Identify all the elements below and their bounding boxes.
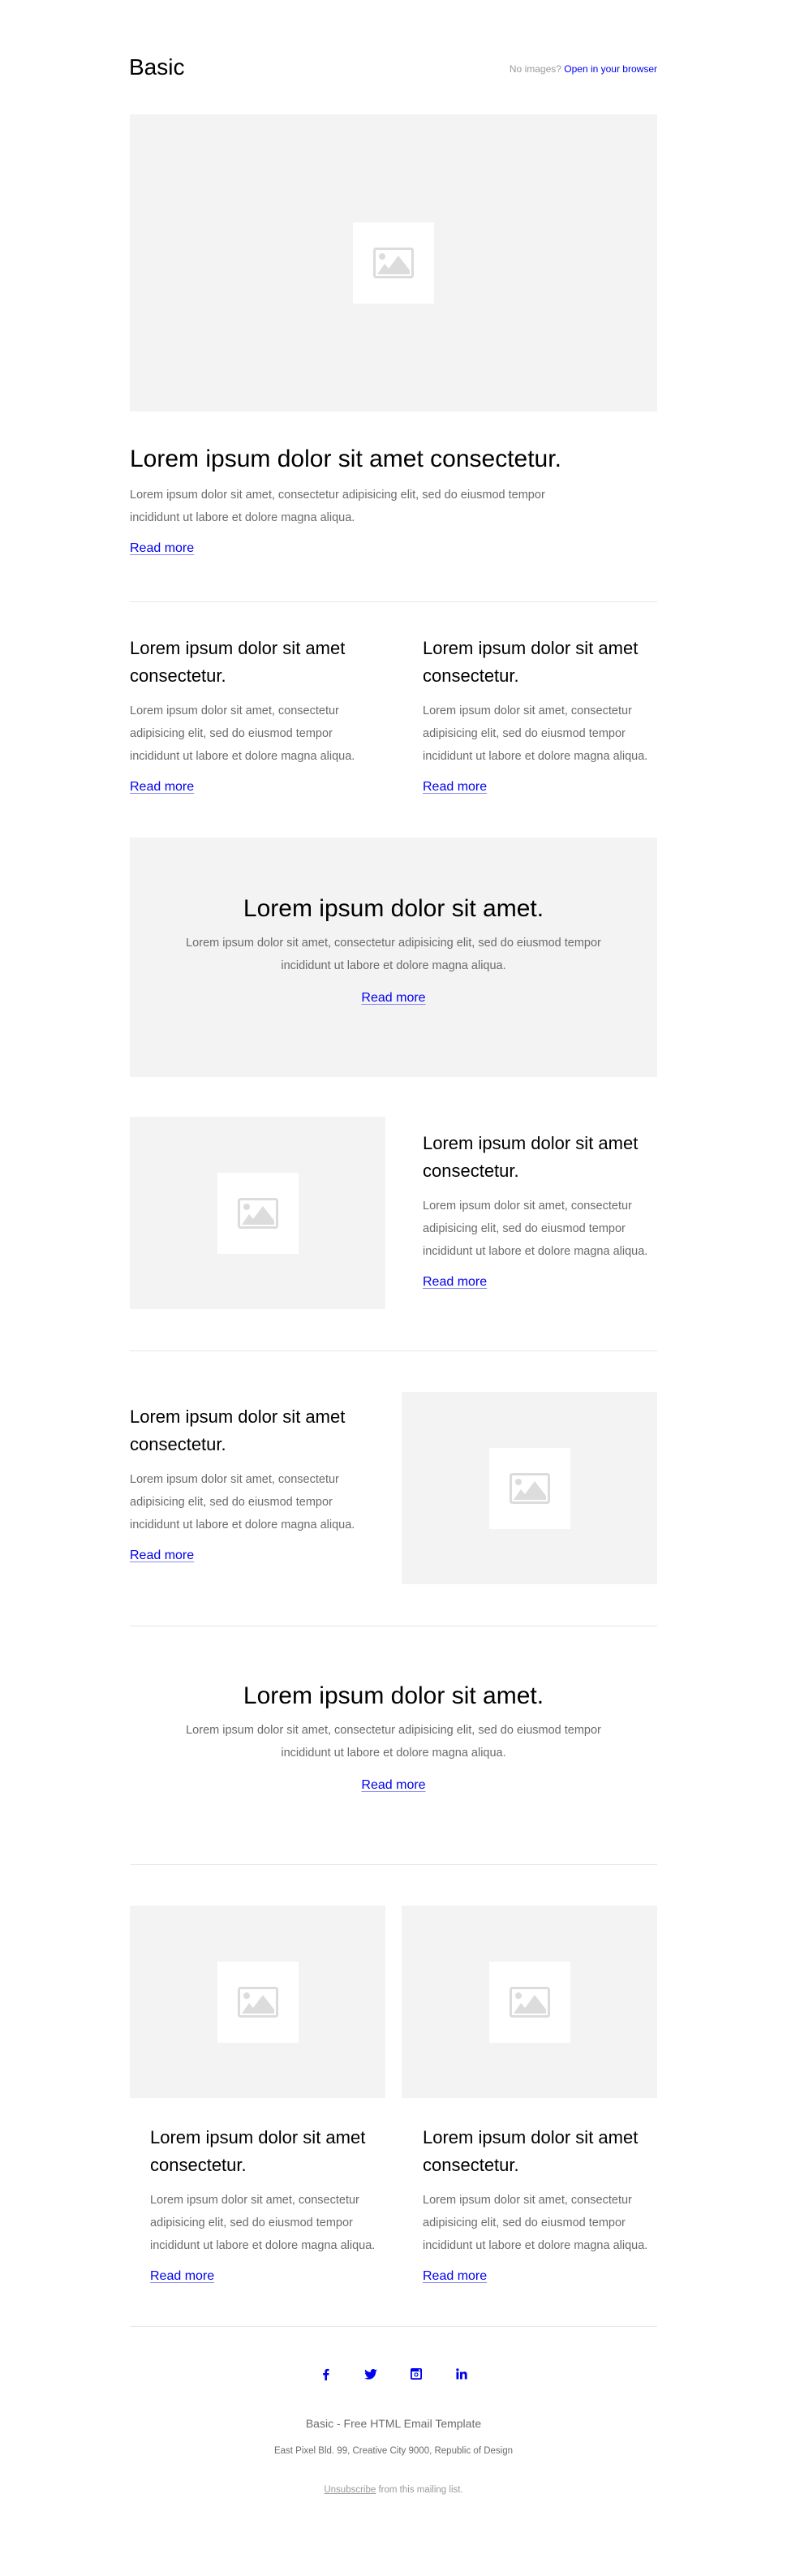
grid-text: Lorem ipsum dolor sit amet consectetur. … [423, 2124, 658, 2285]
banner-body: Lorem ipsum dolor sit amet, consectetur … [186, 937, 601, 972]
image-placeholder-icon [237, 1986, 278, 2018]
divider [130, 2326, 657, 2327]
footer-address: East Pixel Bld. 99, Creative City 9000, … [273, 2446, 514, 2456]
read-more-link[interactable]: Read more [423, 2269, 487, 2283]
no-images-text: No images? [509, 63, 561, 75]
brand-logo: Basic [129, 54, 185, 80]
unsubscribe-link[interactable]: Unsubscribe [324, 2485, 376, 2495]
grid-body: Lorem ipsum dolor sit amet, consectetur … [423, 2194, 648, 2252]
read-more-link[interactable]: Read more [361, 1778, 425, 1792]
row-body: Lorem ipsum dolor sit amet, consectetur … [130, 1473, 355, 1531]
read-more-link[interactable]: Read more [423, 1275, 487, 1289]
view-online-notice: No images? Open in your browser [510, 63, 657, 75]
footer-title: Basic - Free HTML Email Template [305, 2417, 482, 2430]
divider [130, 601, 657, 602]
banner-title: Lorem ipsum dolor sit amet. [243, 895, 544, 922]
instagram-icon[interactable] [408, 2366, 424, 2382]
article-body: Lorem ipsum dolor sit amet, consectetur … [130, 489, 545, 524]
grid-body: Lorem ipsum dolor sit amet, consectetur … [150, 2194, 376, 2252]
read-more-link[interactable]: Read more [130, 541, 194, 555]
row-text: Lorem ipsum dolor sit amet consectetur. … [130, 1403, 373, 1564]
column-title: Lorem ipsum dolor sit amet consectetur. [130, 638, 346, 686]
row-body: Lorem ipsum dolor sit amet, consectetur … [423, 1200, 648, 1258]
footer: Basic - Free HTML Email Template East Pi… [130, 2366, 657, 2496]
column-left: Lorem ipsum dolor sit amet consectetur. … [130, 635, 373, 795]
grid-title: Lorem ipsum dolor sit amet consectetur. [150, 2127, 366, 2175]
centered-block: Lorem ipsum dolor sit amet. Lorem ipsum … [130, 1682, 657, 1794]
image-placeholder-icon [237, 1197, 278, 1229]
unsubscribe-text: from this mailing list. [376, 2485, 463, 2495]
image-placeholder-icon [509, 1986, 550, 2018]
banner: Lorem ipsum dolor sit amet. Lorem ipsum … [130, 838, 657, 1077]
twitter-icon[interactable] [363, 2366, 379, 2382]
row-title: Lorem ipsum dolor sit amet consectetur. [130, 1406, 346, 1454]
column-title: Lorem ipsum dolor sit amet consectetur. [423, 638, 639, 686]
row-image [402, 1392, 657, 1584]
read-more-link[interactable]: Read more [150, 2269, 214, 2283]
read-more-link[interactable]: Read more [130, 1549, 194, 1562]
column-body: Lorem ipsum dolor sit amet, consectetur … [423, 704, 648, 763]
image-placeholder [217, 1961, 299, 2043]
centered-title: Lorem ipsum dolor sit amet. [243, 1682, 544, 1709]
read-more-link[interactable]: Read more [361, 991, 425, 1005]
image-placeholder [488, 1447, 570, 1529]
centered-body: Lorem ipsum dolor sit amet, consectetur … [186, 1724, 601, 1760]
image-placeholder [217, 1172, 299, 1254]
image-placeholder [488, 1961, 570, 2043]
column-body: Lorem ipsum dolor sit amet, consectetur … [130, 704, 355, 763]
row-text: Lorem ipsum dolor sit amet consectetur. … [423, 1130, 666, 1290]
article-title: Lorem ipsum dolor sit amet consectetur. [130, 446, 561, 472]
divider [130, 1350, 657, 1351]
row-title: Lorem ipsum dolor sit amet consectetur. [423, 1133, 639, 1181]
image-placeholder [353, 222, 434, 304]
divider [130, 1864, 657, 1865]
header: Basic No images? Open in your browser [129, 54, 657, 86]
image-placeholder-icon [509, 1472, 550, 1504]
open-in-browser-link[interactable]: Open in your browser [564, 63, 657, 75]
row-image [130, 1117, 385, 1309]
linkedin-icon[interactable] [454, 2366, 470, 2382]
unsubscribe-line: Unsubscribe from this mailing list. [130, 2484, 657, 2496]
hero-image [130, 114, 657, 411]
image-placeholder-icon [373, 248, 414, 278]
read-more-link[interactable]: Read more [130, 780, 194, 794]
facebook-icon[interactable] [317, 2366, 333, 2382]
social-links [130, 2366, 657, 2382]
grid-image [402, 1906, 657, 2098]
grid-title: Lorem ipsum dolor sit amet consectetur. [423, 2127, 639, 2175]
column-right: Lorem ipsum dolor sit amet consectetur. … [423, 635, 666, 795]
article-main: Lorem ipsum dolor sit amet consectetur. … [130, 445, 584, 557]
grid-image [130, 1906, 385, 2098]
grid-text: Lorem ipsum dolor sit amet consectetur. … [150, 2124, 385, 2285]
read-more-link[interactable]: Read more [423, 780, 487, 794]
